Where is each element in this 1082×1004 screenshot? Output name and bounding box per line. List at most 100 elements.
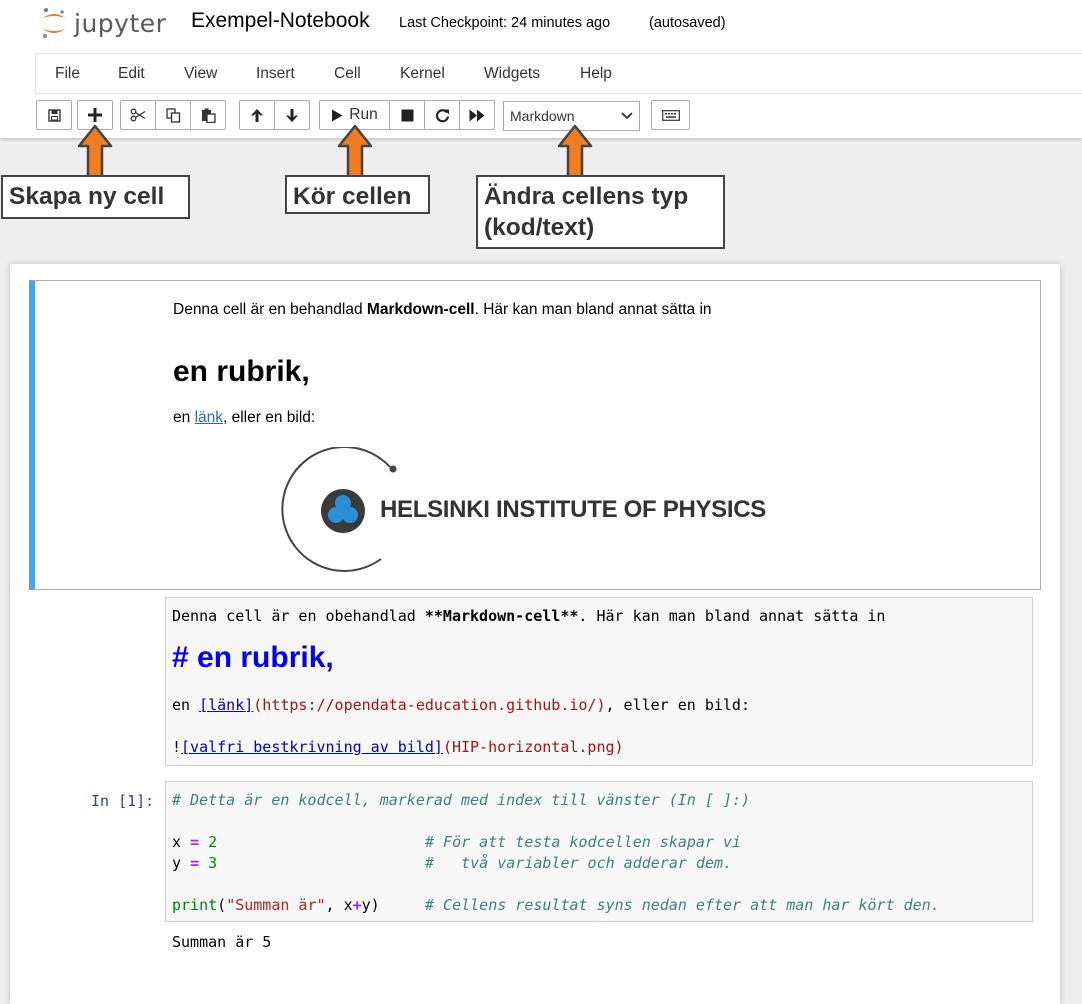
autosave-status: (autosaved) xyxy=(649,15,726,31)
rendered-paragraph-2: en länk, eller en bild: xyxy=(173,409,315,427)
copy-icon xyxy=(165,107,180,123)
toolbar-save-group xyxy=(36,100,72,130)
md-link-url: (https://opendata-education.github.io/) xyxy=(253,696,606,714)
callout-change-type-line2: (kod/text) xyxy=(484,214,595,242)
paste-icon xyxy=(201,108,216,123)
text: en xyxy=(173,409,195,426)
notebook-name[interactable]: Exempel-Notebook xyxy=(191,9,370,33)
toolbar-move-group xyxy=(239,100,310,130)
menu-bar: File Edit View Insert Cell Kernel Widget… xyxy=(35,53,1082,94)
code-comment-4: # Cellens resultat syns nedan efter att … xyxy=(425,896,940,914)
input-prompt: In [1]: xyxy=(91,792,155,810)
notebook-header: jupyter Exempel-Notebook Last Checkpoint… xyxy=(0,0,1082,138)
md-link-text: [länk] xyxy=(199,696,254,714)
operator: = xyxy=(190,833,200,851)
cut-button[interactable] xyxy=(120,100,156,130)
notebook-container: Denna cell är en behandlad Markdown-cell… xyxy=(10,264,1060,1004)
code-cell[interactable]: # Detta är en kodcell, markerad med inde… xyxy=(165,781,1033,922)
chevron-down-icon xyxy=(621,112,633,120)
cell-output: Summan är 5 xyxy=(172,933,272,951)
command-palette-button[interactable] xyxy=(651,100,690,130)
md-image-alt: [valfri bestkrivning av bild] xyxy=(181,738,443,756)
stop-icon xyxy=(401,109,413,121)
operator: + xyxy=(352,896,362,914)
menu-cell[interactable]: Cell xyxy=(334,65,361,83)
cell-type-value: Markdown xyxy=(510,108,575,124)
move-up-button[interactable] xyxy=(239,100,275,130)
jupyter-logo-icon xyxy=(42,8,65,39)
arrow-down-icon xyxy=(286,108,298,122)
jupyter-logo[interactable]: jupyter xyxy=(40,6,166,40)
arrow-up-annotation-icon xyxy=(557,124,593,182)
toolbar-edit-group xyxy=(120,100,226,130)
arrow-up-annotation-icon xyxy=(77,124,113,182)
text: en xyxy=(172,696,200,714)
paste-button[interactable] xyxy=(190,100,226,130)
scissors-icon xyxy=(130,108,146,122)
rendered-heading: en rubrik, xyxy=(173,355,310,388)
md-image-src: (HIP-horizontal.png) xyxy=(442,738,624,756)
code-line-print: print("Summan är", x+y) xyxy=(172,896,380,914)
copy-button[interactable] xyxy=(155,100,191,130)
logo-text: jupyter xyxy=(74,8,167,38)
text: y xyxy=(172,854,182,872)
save-button[interactable] xyxy=(36,100,72,130)
fast-forward-icon xyxy=(469,109,485,121)
run-button-label: Run xyxy=(349,106,378,123)
number: 3 xyxy=(208,854,218,872)
rendered-markdown-cell[interactable]: Denna cell är en behandlad Markdown-cell… xyxy=(29,280,1041,590)
checkpoint-status: Last Checkpoint: 24 minutes ago xyxy=(399,15,611,31)
text: y) xyxy=(361,896,380,914)
restart-run-all-button[interactable] xyxy=(459,100,495,130)
menu-edit[interactable]: Edit xyxy=(118,65,145,83)
callout-run-cell: Kör cellen xyxy=(285,175,430,214)
code-comment-2: # För att testa kodcellen skapar vi xyxy=(425,833,742,851)
builtin: print xyxy=(172,896,218,914)
callout-change-type-line1: Ändra cellens typ xyxy=(484,183,689,210)
bold-text: **Markdown-cell** xyxy=(424,607,579,625)
callout-change-type: Ändra cellens typ (kod/text) xyxy=(476,175,725,249)
interrupt-kernel-button[interactable] xyxy=(389,100,425,130)
callout-new-cell: Skapa ny cell xyxy=(1,175,190,219)
menu-view[interactable]: View xyxy=(184,65,217,83)
menu-help[interactable]: Help xyxy=(580,65,612,83)
raw-markdown-cell[interactable]: Denna cell är en obehandlad **Markdown-c… xyxy=(165,597,1033,766)
code-comment-3: # två variabler och adderar dem. xyxy=(425,854,733,872)
text: . Här kan man bland annat sätta in xyxy=(474,301,712,318)
code-line-x: x = 2 xyxy=(172,833,217,851)
raw-md-line-1: Denna cell är en obehandlad **Markdown-c… xyxy=(172,607,885,625)
refresh-icon xyxy=(435,108,449,122)
raw-md-line-3: en [länk](https://opendata-education.git… xyxy=(172,696,750,714)
text: x xyxy=(172,833,182,851)
save-icon xyxy=(47,108,61,122)
rendered-link[interactable]: länk xyxy=(195,409,223,426)
text: ! xyxy=(172,738,182,756)
toolbar-shortcuts-group xyxy=(651,100,690,130)
text: ( xyxy=(217,896,227,914)
menu-kernel[interactable]: Kernel xyxy=(400,65,445,83)
text: . Här kan man bland annat sätta in xyxy=(578,607,886,625)
code-line-y: y = 3 xyxy=(172,854,217,872)
menu-insert[interactable]: Insert xyxy=(256,65,295,83)
hip-logo-image: HELSINKI INSTITUTE OF PHYSICS xyxy=(281,447,766,575)
raw-md-line-4: ![valfri bestkrivning av bild](HIP-horiz… xyxy=(172,738,624,756)
arrow-up-icon xyxy=(251,108,263,122)
code-line-1: # Detta är en kodcell, markerad med inde… xyxy=(172,791,750,809)
arrow-up-annotation-icon xyxy=(337,124,373,182)
raw-md-heading: # en rubrik, xyxy=(172,641,334,674)
rendered-paragraph-1: Denna cell är en behandlad Markdown-cell… xyxy=(173,301,712,319)
play-icon xyxy=(332,109,343,121)
text: , eller en bild: xyxy=(605,696,750,714)
hip-logo-text: HELSINKI INSTITUTE OF PHYSICS xyxy=(380,496,766,523)
menu-file[interactable]: File xyxy=(55,65,80,83)
number: 2 xyxy=(208,833,218,851)
restart-kernel-button[interactable] xyxy=(424,100,460,130)
operator: = xyxy=(190,854,200,872)
menu-widgets[interactable]: Widgets xyxy=(484,65,540,83)
text: Denna cell är en behandlad xyxy=(173,301,367,318)
text: Denna cell är en obehandlad xyxy=(172,607,425,625)
keyboard-icon xyxy=(661,109,680,121)
move-down-button[interactable] xyxy=(274,100,310,130)
text: , x xyxy=(325,896,353,914)
string: "Summan är" xyxy=(226,896,326,914)
